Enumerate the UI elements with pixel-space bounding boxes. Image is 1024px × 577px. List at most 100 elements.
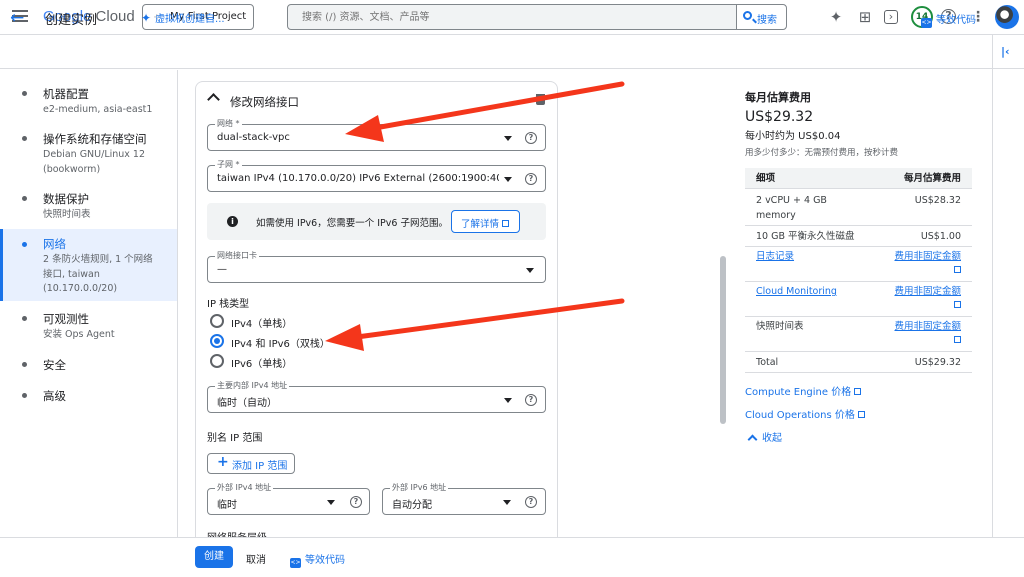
search-button[interactable]: 搜索 (736, 5, 786, 29)
gift-icon[interactable]: ⊞ (856, 8, 874, 26)
ext-ipv6-value: 自动分配 (392, 500, 432, 511)
radio-dual-stack[interactable] (210, 334, 224, 348)
row-cost-link: 费用非固定金额 (894, 321, 961, 332)
search-input[interactable] (288, 5, 738, 29)
network-select[interactable]: 网络 * dual-stack-vpc ? (207, 119, 546, 151)
col-cost: 每月估算费用 (903, 173, 961, 184)
row-cost-link: 费用非固定金额 (894, 286, 961, 297)
info-icon: i (227, 216, 238, 227)
open-in-new-icon (854, 388, 862, 395)
ext-ipv4-label: 外部 IPv4 地址 (215, 483, 274, 493)
nav-item-title: 机器配置 (43, 87, 89, 101)
nav-item-security[interactable]: 安全 (0, 353, 177, 377)
cloud-operations-pricing-link[interactable]: Cloud Operations 价格 (745, 406, 865, 421)
add-ip-range-button[interactable]: + 添加 IP 范围 (207, 453, 295, 474)
avatar[interactable] (995, 5, 1019, 29)
open-in-new-icon (857, 411, 865, 418)
nav-bullet (22, 91, 27, 96)
gemini-icon[interactable]: ✦ (827, 8, 845, 26)
nav-item-networking[interactable]: 网络 2 条防火墙规则, 1 个网络接口, taiwan (10.170.0.0/… (0, 229, 177, 301)
collapse-panel-icon[interactable]: |‹ (1001, 45, 1010, 58)
nav-item-machine[interactable]: 机器配置 e2-medium, asia-east1 (0, 82, 177, 122)
delete-icon[interactable] (536, 94, 545, 105)
table-row-total: Total US$29.32 (745, 352, 972, 373)
row-cost-cell[interactable]: 费用非固定金额 (894, 319, 961, 343)
create-button[interactable]: 创建 (195, 546, 233, 568)
nic-label: 网络接口卡 (215, 251, 259, 261)
add-range-label: 添加 IP 范围 (232, 461, 288, 472)
subnet-label: 子网 * (215, 160, 242, 170)
nav-bullet (22, 362, 27, 367)
collapse-button[interactable]: 收起 (747, 429, 782, 445)
back-arrow-icon[interactable]: ← (10, 8, 24, 28)
equivalent-code-button[interactable]: <> 等效代码 (921, 11, 976, 28)
row-item: 快照时间表 (756, 321, 804, 332)
chevron-up-icon (747, 434, 758, 445)
logo-cloud: Cloud (95, 8, 135, 25)
nav-item-observability[interactable]: 可观测性 安装 Ops Agent (0, 307, 177, 347)
cost-amount: US$29.32 (745, 109, 814, 125)
help-icon[interactable]: ? (525, 496, 537, 508)
scrollbar[interactable] (720, 256, 726, 424)
vm-link-label: 虚拟机创建自... (155, 14, 225, 25)
open-in-new-icon (954, 336, 961, 343)
cost-note: 用多少付多少：无需预付费用，按秒计费 (745, 148, 899, 158)
table-row: 2 vCPU + 4 GB memory US$28.32 (745, 189, 972, 226)
radio-ipv4-single[interactable] (210, 314, 224, 328)
nav-item-sub: 快照时间表 (43, 209, 91, 220)
nav-item-title: 数据保护 (43, 192, 89, 206)
row-item-link[interactable]: 日志记录 (756, 249, 794, 264)
help-icon[interactable]: ? (350, 496, 362, 508)
row-item: 2 vCPU + 4 GB memory (756, 195, 827, 221)
open-in-new-icon (954, 266, 961, 273)
external-ipv6-select[interactable]: 外部 IPv6 地址 自动分配 ? (382, 483, 546, 515)
equivalent-code-label: 等效代码 (936, 15, 976, 26)
radio-ipv6-single[interactable] (210, 354, 224, 368)
dropdown-arrow-icon (526, 268, 534, 273)
external-ipv4-select[interactable]: 外部 IPv4 地址 临时 ? (207, 483, 370, 515)
help-icon[interactable]: ? (525, 394, 537, 406)
side-panel-divider (992, 35, 993, 545)
code-icon: <> (290, 558, 301, 568)
ce-price-label: Compute Engine 价格 (745, 387, 852, 398)
learn-more-button[interactable]: 了解详情 (451, 210, 520, 233)
nav-item-os-storage[interactable]: 操作系统和存储空间 Debian GNU/Linux 12 (bookworm) (0, 127, 177, 182)
search-icon (743, 11, 752, 20)
nav-bullet (22, 196, 27, 201)
primary-ipv4-label: 主要内部 IPv4 地址 (215, 381, 290, 391)
subnet-value: taiwan IPv4 (10.170.0.0/20) IPv6 Externa… (217, 173, 499, 184)
add-icon: + (217, 454, 229, 470)
nav-item-title: 网络 (43, 237, 66, 251)
row-item-link[interactable]: Cloud Monitoring (756, 284, 837, 299)
table-row: Cloud Monitoring 费用非固定金额 (745, 282, 972, 317)
nav-item-data-protection[interactable]: 数据保护 快照时间表 (0, 187, 177, 227)
help-icon[interactable]: ? (525, 173, 537, 185)
co-price-label: Cloud Operations 价格 (745, 410, 855, 421)
footer-bar (0, 537, 1024, 577)
cancel-button[interactable]: 取消 (246, 551, 266, 566)
dropdown-arrow-icon (504, 398, 512, 403)
row-cost: US$1.00 (920, 231, 961, 242)
cloud-shell-icon[interactable]: › (884, 10, 898, 24)
nic-select[interactable]: 网络接口卡 — (207, 251, 546, 283)
col-item: 细项 (756, 173, 776, 184)
equivalent-code-button[interactable]: <> 等效代码 (290, 551, 345, 568)
nav-item-sub: 2 条防火墙规则, 1 个网络接口, taiwan (10.170.0.0/20… (43, 254, 153, 294)
row-cost-cell[interactable]: 费用非固定金额 (894, 284, 961, 308)
nav-item-sub: e2-medium, asia-east1 (43, 104, 153, 115)
vm-create-from-link[interactable]: ✦ 虚拟机创建自... (141, 10, 225, 25)
nav-bullet (22, 242, 27, 247)
help-icon[interactable]: ? (525, 132, 537, 144)
subnet-select[interactable]: 子网 * taiwan IPv4 (10.170.0.0/20) IPv6 Ex… (207, 160, 546, 192)
alias-ip-label: 别名 IP 范围 (207, 433, 263, 444)
nic-value: — (217, 264, 227, 275)
compute-engine-pricing-link[interactable]: Compute Engine 价格 (745, 383, 862, 398)
row-cost: US$29.32 (914, 357, 961, 368)
learn-more-label: 了解详情 (461, 219, 500, 230)
cost-hourly: 每小时约为 US$0.04 (745, 131, 841, 142)
collapse-label: 收起 (762, 433, 782, 444)
nav-item-advanced[interactable]: 高级 (0, 384, 177, 408)
row-cost-cell[interactable]: 费用非固定金额 (894, 249, 961, 273)
table-row: 10 GB 平衡永久性磁盘 US$1.00 (745, 226, 972, 247)
primary-ipv4-select[interactable]: 主要内部 IPv4 地址 临时（自动） ? (207, 381, 546, 413)
